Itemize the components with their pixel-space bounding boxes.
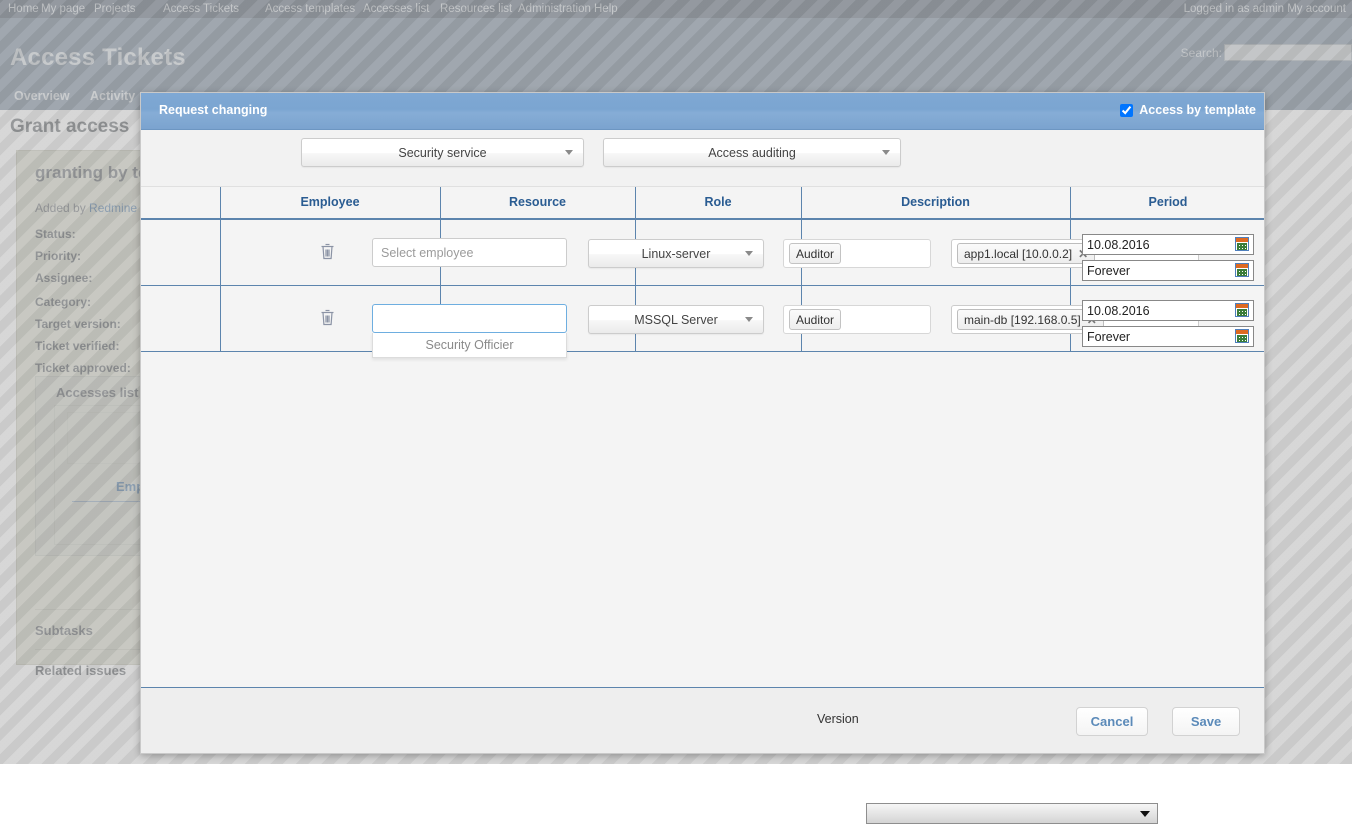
chevron-down-icon [882, 150, 890, 155]
chevron-down-icon [745, 251, 753, 256]
app-header-band: Access Tickets Search: [0, 18, 1352, 82]
period-from-input[interactable] [1082, 300, 1254, 321]
role-chip: Auditor [789, 243, 841, 264]
column-header-description: Description [801, 195, 1070, 209]
resource-value: Linux-server [642, 247, 711, 261]
accesses-list-title: Accesses list [56, 385, 138, 400]
nav-item-resources-list[interactable]: Resources list [440, 3, 512, 15]
nav-item-administration[interactable]: Administration [518, 3, 591, 15]
nav-item-my-page[interactable]: My page [41, 3, 85, 15]
related-issues-heading: Related issues [35, 663, 126, 678]
nav-item-accesses-list[interactable]: Accesses list [363, 3, 429, 15]
column-header-employee: Employee [220, 195, 440, 209]
resource-select[interactable]: MSSQL Server [588, 305, 764, 334]
search-input[interactable] [1224, 44, 1352, 61]
column-header-role: Role [635, 195, 801, 209]
tab-activity[interactable]: Activity [90, 89, 135, 103]
access-auditing-select[interactable]: Access auditing [603, 138, 901, 167]
employee-input[interactable] [372, 238, 567, 267]
issue-attribute-label: Priority: [35, 249, 131, 263]
security-service-select[interactable]: Security service [301, 138, 584, 167]
table-row: Security Officier MSSQL Server Auditor m… [141, 286, 1264, 352]
nav-item-help[interactable]: Help [594, 3, 618, 15]
added-by-prefix: Added by [35, 201, 89, 215]
autocomplete-option[interactable]: Security Officier [373, 333, 566, 357]
issue-attribute-label: Assignee: [35, 271, 131, 285]
version-select[interactable] [866, 803, 1158, 824]
column-header-resource: Resource [440, 195, 635, 209]
calendar-icon[interactable] [1235, 263, 1249, 277]
role-chip: Auditor [789, 309, 841, 330]
issue-attribute-label: Ticket approved: [35, 361, 131, 375]
delete-row-icon[interactable] [320, 309, 335, 329]
dialog-title: Request changing [159, 103, 267, 117]
issue-added-by: Added by Redmine Ad [35, 201, 154, 215]
nav-my-account-link[interactable]: My account [1287, 3, 1346, 15]
page-title: Access Tickets [10, 44, 186, 72]
template-selectors-row: Security service Access auditing [141, 130, 1264, 187]
cancel-button[interactable]: Cancel [1076, 707, 1148, 736]
employee-input[interactable] [372, 304, 567, 333]
period-to-input[interactable] [1082, 326, 1254, 347]
role-field[interactable]: Auditor [783, 305, 931, 334]
role-field[interactable]: Auditor [783, 239, 931, 268]
search-label: Search: [1181, 46, 1222, 60]
calendar-icon[interactable] [1235, 303, 1249, 317]
employee-autocomplete-list[interactable]: Security Officier [372, 333, 567, 358]
period-from-input[interactable] [1082, 234, 1254, 255]
access-by-template-checkbox[interactable] [1120, 104, 1133, 117]
save-button[interactable]: Save [1172, 707, 1240, 736]
grid-divider [220, 220, 221, 286]
issue-attribute-list: Status: Priority: Assignee: Category: Target… [35, 227, 131, 383]
chevron-down-icon [745, 317, 753, 322]
period-to-input[interactable] [1082, 260, 1254, 281]
issue-attribute-label: Category: [35, 295, 131, 309]
nav-logged-in-label: Logged in as admin [1184, 3, 1284, 15]
column-header-period: Period [1070, 195, 1266, 209]
grid-header-row: Employee Resource Role Description Perio… [141, 187, 1264, 220]
description-chip-label: main-db [192.168.0.5] [964, 313, 1081, 327]
access-auditing-value: Access auditing [708, 146, 796, 160]
issue-attribute-label: Ticket verified: [35, 339, 131, 353]
calendar-icon[interactable] [1235, 237, 1249, 251]
content-title: Grant access [10, 116, 129, 138]
tab-overview[interactable]: Overview [14, 89, 70, 103]
resource-value: MSSQL Server [634, 313, 718, 327]
access-by-template-label[interactable]: Access by template [1139, 103, 1256, 117]
nav-item-access-templates[interactable]: Access templates [265, 3, 355, 15]
security-service-value: Security service [398, 146, 486, 160]
version-label: Version [817, 712, 859, 726]
access-rows-grid: Employee Resource Role Description Perio… [141, 187, 1264, 750]
nav-item-home[interactable]: Home [8, 3, 39, 15]
resource-select[interactable]: Linux-server [588, 239, 764, 268]
chevron-down-icon [1140, 811, 1150, 817]
access-by-template-toggle[interactable]: Access by template [1120, 103, 1256, 117]
subtasks-heading: Subtasks [35, 623, 93, 638]
issue-attribute-label: Status: [35, 227, 131, 241]
nav-item-access-tickets[interactable]: Access Tickets [163, 3, 239, 15]
description-chip: app1.local [10.0.0.2] ✕ [957, 243, 1095, 264]
dialog-footer: Version Cancel Save [141, 687, 1264, 753]
nav-item-projects[interactable]: Projects [94, 3, 136, 15]
issue-attribute-label: Target version: [35, 317, 131, 331]
request-changing-dialog: Request changing Access by template Secu… [140, 92, 1265, 754]
table-row: Linux-server Auditor app1.local [10.0.0.… [141, 220, 1264, 286]
delete-row-icon[interactable] [320, 243, 335, 263]
dialog-title-bar: Request changing Access by template [141, 93, 1264, 130]
calendar-icon[interactable] [1235, 329, 1249, 343]
top-navigation-bar: HomeMy page Projects Access Tickets Access … [0, 0, 1352, 18]
chevron-down-icon [565, 150, 573, 155]
grid-divider [220, 286, 221, 352]
description-chip-label: app1.local [10.0.0.2] [964, 247, 1072, 261]
